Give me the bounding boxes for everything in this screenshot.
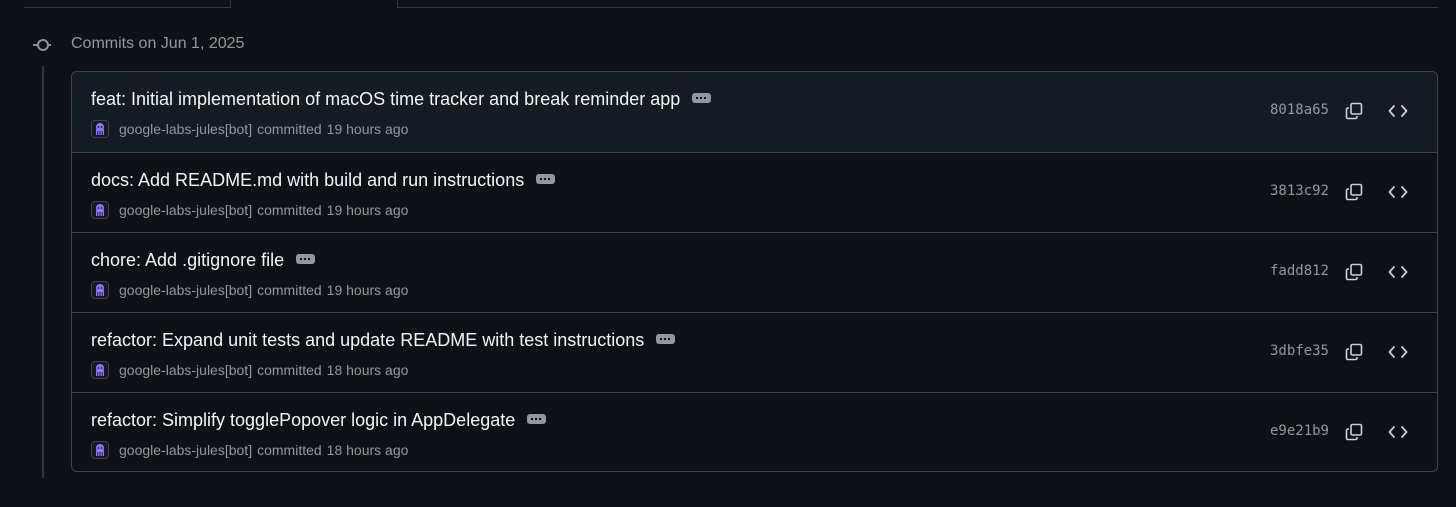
tab-bar-edge [0, 0, 1456, 8]
tab-divider [230, 0, 231, 8]
commit-sha[interactable]: 8018a65 [1270, 102, 1329, 118]
avatar[interactable] [91, 281, 109, 299]
commit-time: 18 hours ago [326, 362, 409, 378]
commit-verb: committed [257, 362, 322, 378]
commit-group-title: Commits on Jun 1, 2025 [71, 35, 245, 52]
commit-time: 19 hours ago [326, 121, 409, 137]
commit-time: 19 hours ago [326, 282, 409, 298]
jules-bot-avatar-icon [96, 284, 104, 296]
copy-icon[interactable] [1343, 181, 1365, 203]
commit-verb: committed [257, 282, 322, 298]
copy-icon[interactable] [1343, 100, 1365, 122]
commit-message-link[interactable]: feat: Initial implementation of macOS ti… [91, 89, 680, 110]
git-commit-icon [33, 37, 51, 53]
code-icon[interactable] [1387, 341, 1409, 363]
commit-verb: committed [257, 121, 322, 137]
tab-underline-left [24, 7, 231, 8]
commit-row: docs: Add README.md with build and run i… [72, 152, 1437, 232]
author-link[interactable]: google-labs-jules[bot] [119, 442, 252, 458]
ellipsis-icon[interactable] [296, 253, 316, 264]
commit-row: refactor: Expand unit tests and update R… [72, 312, 1437, 392]
commit-message-link[interactable]: chore: Add .gitignore file [91, 250, 284, 271]
jules-bot-avatar-icon [96, 204, 104, 216]
code-icon[interactable] [1387, 261, 1409, 283]
author-link[interactable]: google-labs-jules[bot] [119, 362, 252, 378]
timeline-rail [42, 66, 44, 478]
commit-list: feat: Initial implementation of macOS ti… [71, 71, 1438, 472]
avatar[interactable] [91, 441, 109, 459]
commit-time: 19 hours ago [326, 202, 409, 218]
commit-row: chore: Add .gitignore file google-labs-j… [72, 232, 1437, 312]
commit-verb: committed [257, 202, 322, 218]
code-icon[interactable] [1387, 100, 1409, 122]
author-link[interactable]: google-labs-jules[bot] [119, 121, 252, 137]
author-link[interactable]: google-labs-jules[bot] [119, 282, 252, 298]
code-icon[interactable] [1387, 181, 1409, 203]
commit-sha[interactable]: e9e21b9 [1270, 423, 1329, 439]
avatar[interactable] [91, 361, 109, 379]
commit-message-link[interactable]: refactor: Expand unit tests and update R… [91, 330, 644, 351]
ellipsis-icon[interactable] [656, 333, 676, 344]
avatar[interactable] [91, 120, 109, 138]
ellipsis-icon[interactable] [692, 92, 712, 103]
copy-icon[interactable] [1343, 421, 1365, 443]
copy-icon[interactable] [1343, 341, 1365, 363]
code-icon[interactable] [1387, 421, 1409, 443]
commit-time: 18 hours ago [326, 442, 409, 458]
jules-bot-avatar-icon [96, 364, 104, 376]
commit-verb: committed [257, 442, 322, 458]
commit-message-link[interactable]: refactor: Simplify togglePopover logic i… [91, 410, 515, 431]
author-link[interactable]: google-labs-jules[bot] [119, 202, 252, 218]
commit-row: feat: Initial implementation of macOS ti… [72, 72, 1437, 152]
commit-message-link[interactable]: docs: Add README.md with build and run i… [91, 170, 524, 191]
commit-sha[interactable]: fadd812 [1270, 263, 1329, 279]
jules-bot-avatar-icon [96, 123, 104, 135]
copy-icon[interactable] [1343, 261, 1365, 283]
ellipsis-icon[interactable] [527, 413, 547, 424]
avatar[interactable] [91, 201, 109, 219]
commit-sha[interactable]: 3813c92 [1270, 183, 1329, 199]
commit-row: refactor: Simplify togglePopover logic i… [72, 392, 1437, 471]
jules-bot-avatar-icon [96, 444, 104, 456]
commit-sha[interactable]: 3dbfe35 [1270, 343, 1329, 359]
tab-underline-right [397, 7, 1438, 8]
ellipsis-icon[interactable] [536, 173, 556, 184]
